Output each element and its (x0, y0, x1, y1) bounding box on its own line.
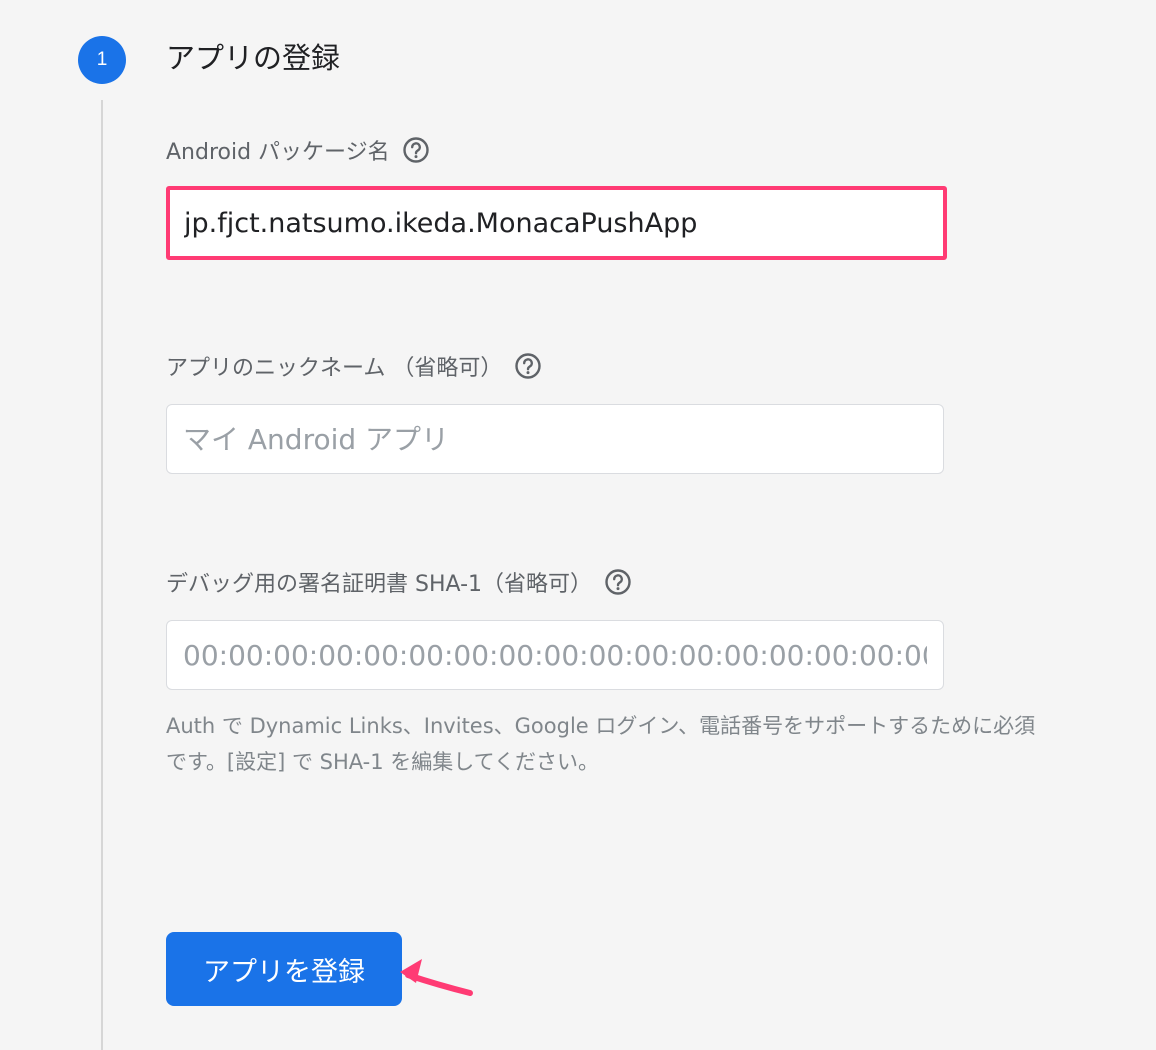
pointer-arrow-icon (400, 959, 473, 996)
package-name-field[interactable] (166, 186, 947, 260)
help-icon[interactable] (402, 136, 430, 164)
nickname-field[interactable] (166, 404, 944, 474)
register-app-button[interactable]: アプリを登録 (166, 932, 402, 1006)
step-title: アプリの登録 (166, 41, 341, 75)
help-icon[interactable] (604, 568, 632, 596)
sha1-hint-line1: Auth で Dynamic Links、Invites、Google ログイン… (166, 714, 1036, 738)
package-name-label: Android パッケージ名 (166, 134, 430, 166)
sha1-hint: Auth で Dynamic Links、Invites、Google ログイン… (166, 708, 1126, 780)
sha1-input[interactable] (183, 638, 927, 672)
sha1-label: デバッグ用の署名証明書 SHA-1（省略可） (166, 566, 632, 598)
help-icon[interactable] (514, 352, 542, 380)
nickname-label-text: アプリのニックネーム （省略可） (166, 356, 503, 381)
sha1-hint-line2: です。[設定] で SHA-1 を編集してください。 (166, 750, 600, 774)
register-app-button-label: アプリを登録 (203, 956, 365, 988)
sha1-label-text: デバッグ用の署名証明書 SHA-1（省略可） (166, 572, 593, 597)
sha1-field[interactable] (166, 620, 944, 690)
step-connector-line (101, 100, 103, 1050)
nickname-label: アプリのニックネーム （省略可） (166, 350, 542, 382)
step-number-badge: 1 (78, 36, 126, 84)
package-name-label-text: Android パッケージ名 (166, 140, 390, 165)
step-number: 1 (96, 49, 108, 70)
package-name-input[interactable] (184, 207, 929, 239)
nickname-input[interactable] (183, 422, 927, 456)
